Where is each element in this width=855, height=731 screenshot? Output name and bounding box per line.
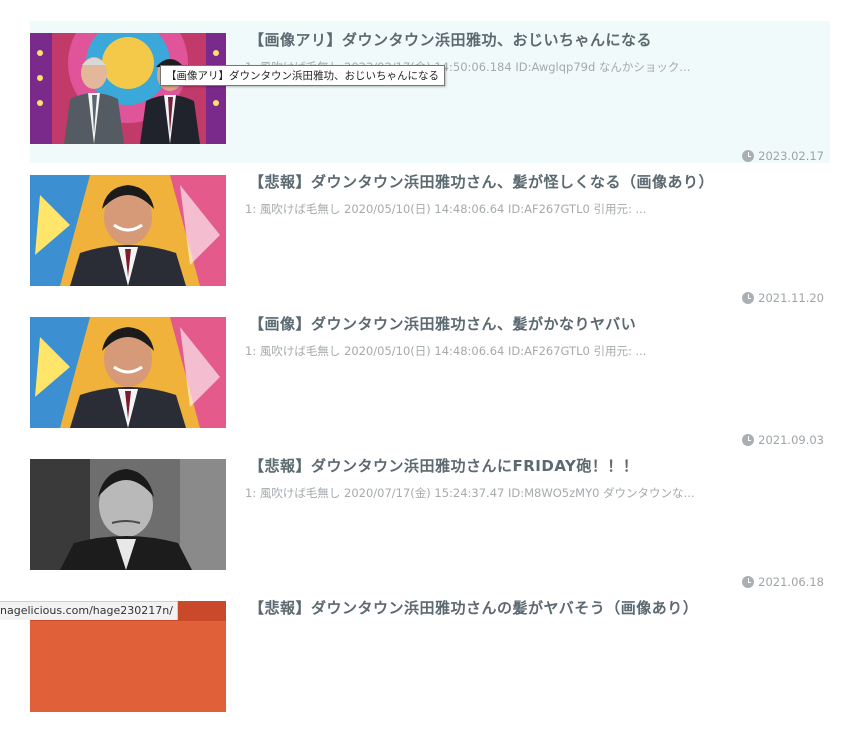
post-date: 2023.02.17 [742, 149, 824, 163]
title-tooltip: 【画像アリ】ダウンタウン浜田雅功、おじいちゃんになる [160, 65, 445, 86]
thumbnail-image-man-portrait [30, 175, 226, 286]
clock-icon [742, 576, 755, 588]
clock-icon [742, 292, 755, 304]
post-excerpt: 1: 風吹けば毛無し 2020/05/10(日) 14:48:06.64 ID:… [245, 344, 647, 358]
post-thumbnail[interactable] [30, 317, 226, 428]
post-card[interactable]: 【画像アリ】ダウンタウン浜田雅功、おじいちゃんになる 1: 風吹けば毛無し 20… [30, 21, 830, 163]
post-excerpt: 1: 風吹けば毛無し 2020/07/17(金) 15:24:37.47 ID:… [245, 486, 695, 500]
post-date: 2021.11.20 [742, 291, 824, 305]
post-date-text: 2021.11.20 [758, 291, 824, 305]
post-card[interactable]: 【画像】ダウンタウン浜田雅功さん、髪がかなりヤバい 1: 風吹けば毛無し 202… [30, 305, 830, 447]
thumbnail-image-man-portrait [30, 317, 226, 428]
post-date: 2021.06.18 [742, 575, 824, 589]
post-excerpt: 1: 風吹けば毛無し 2020/05/10(日) 14:48:06.64 ID:… [245, 202, 647, 216]
thumbnail-image-two-men-stage [30, 33, 226, 144]
clock-icon [742, 150, 755, 162]
post-date-text: 2021.09.03 [758, 433, 824, 447]
post-title[interactable]: 【悲報】ダウンタウン浜田雅功さんにFRIDAY砲！！！ [249, 455, 820, 476]
post-date-text: 2021.06.18 [758, 575, 824, 589]
post-thumbnail[interactable] [30, 459, 226, 570]
post-list: 【画像アリ】ダウンタウン浜田雅功、おじいちゃんになる 1: 風吹けば毛無し 20… [30, 21, 830, 731]
thumbnail-image-man-grayscale [30, 459, 226, 570]
post-date: 2021.09.03 [742, 433, 824, 447]
post-date-text: 2023.02.17 [758, 149, 824, 163]
post-thumbnail[interactable] [30, 33, 226, 144]
post-card[interactable]: 【悲報】ダウンタウン浜田雅功さん、髪が怪しくなる（画像あり） 1: 風吹けば毛無… [30, 163, 830, 305]
browser-status-bar: nagelicious.com/hage230217n/ [0, 601, 178, 620]
post-title[interactable]: 【画像アリ】ダウンタウン浜田雅功、おじいちゃんになる [249, 29, 820, 50]
post-thumbnail[interactable] [30, 175, 226, 286]
clock-icon [742, 434, 755, 446]
post-card[interactable]: 【悲報】ダウンタウン浜田雅功さんにFRIDAY砲！！！ 1: 風吹けば毛無し 2… [30, 447, 830, 589]
post-title[interactable]: 【悲報】ダウンタウン浜田雅功さん、髪が怪しくなる（画像あり） [249, 171, 820, 192]
post-title[interactable]: 【画像】ダウンタウン浜田雅功さん、髪がかなりヤバい [249, 313, 820, 334]
post-title[interactable]: 【悲報】ダウンタウン浜田雅功さんの髪がヤバそう（画像あり） [249, 597, 820, 618]
